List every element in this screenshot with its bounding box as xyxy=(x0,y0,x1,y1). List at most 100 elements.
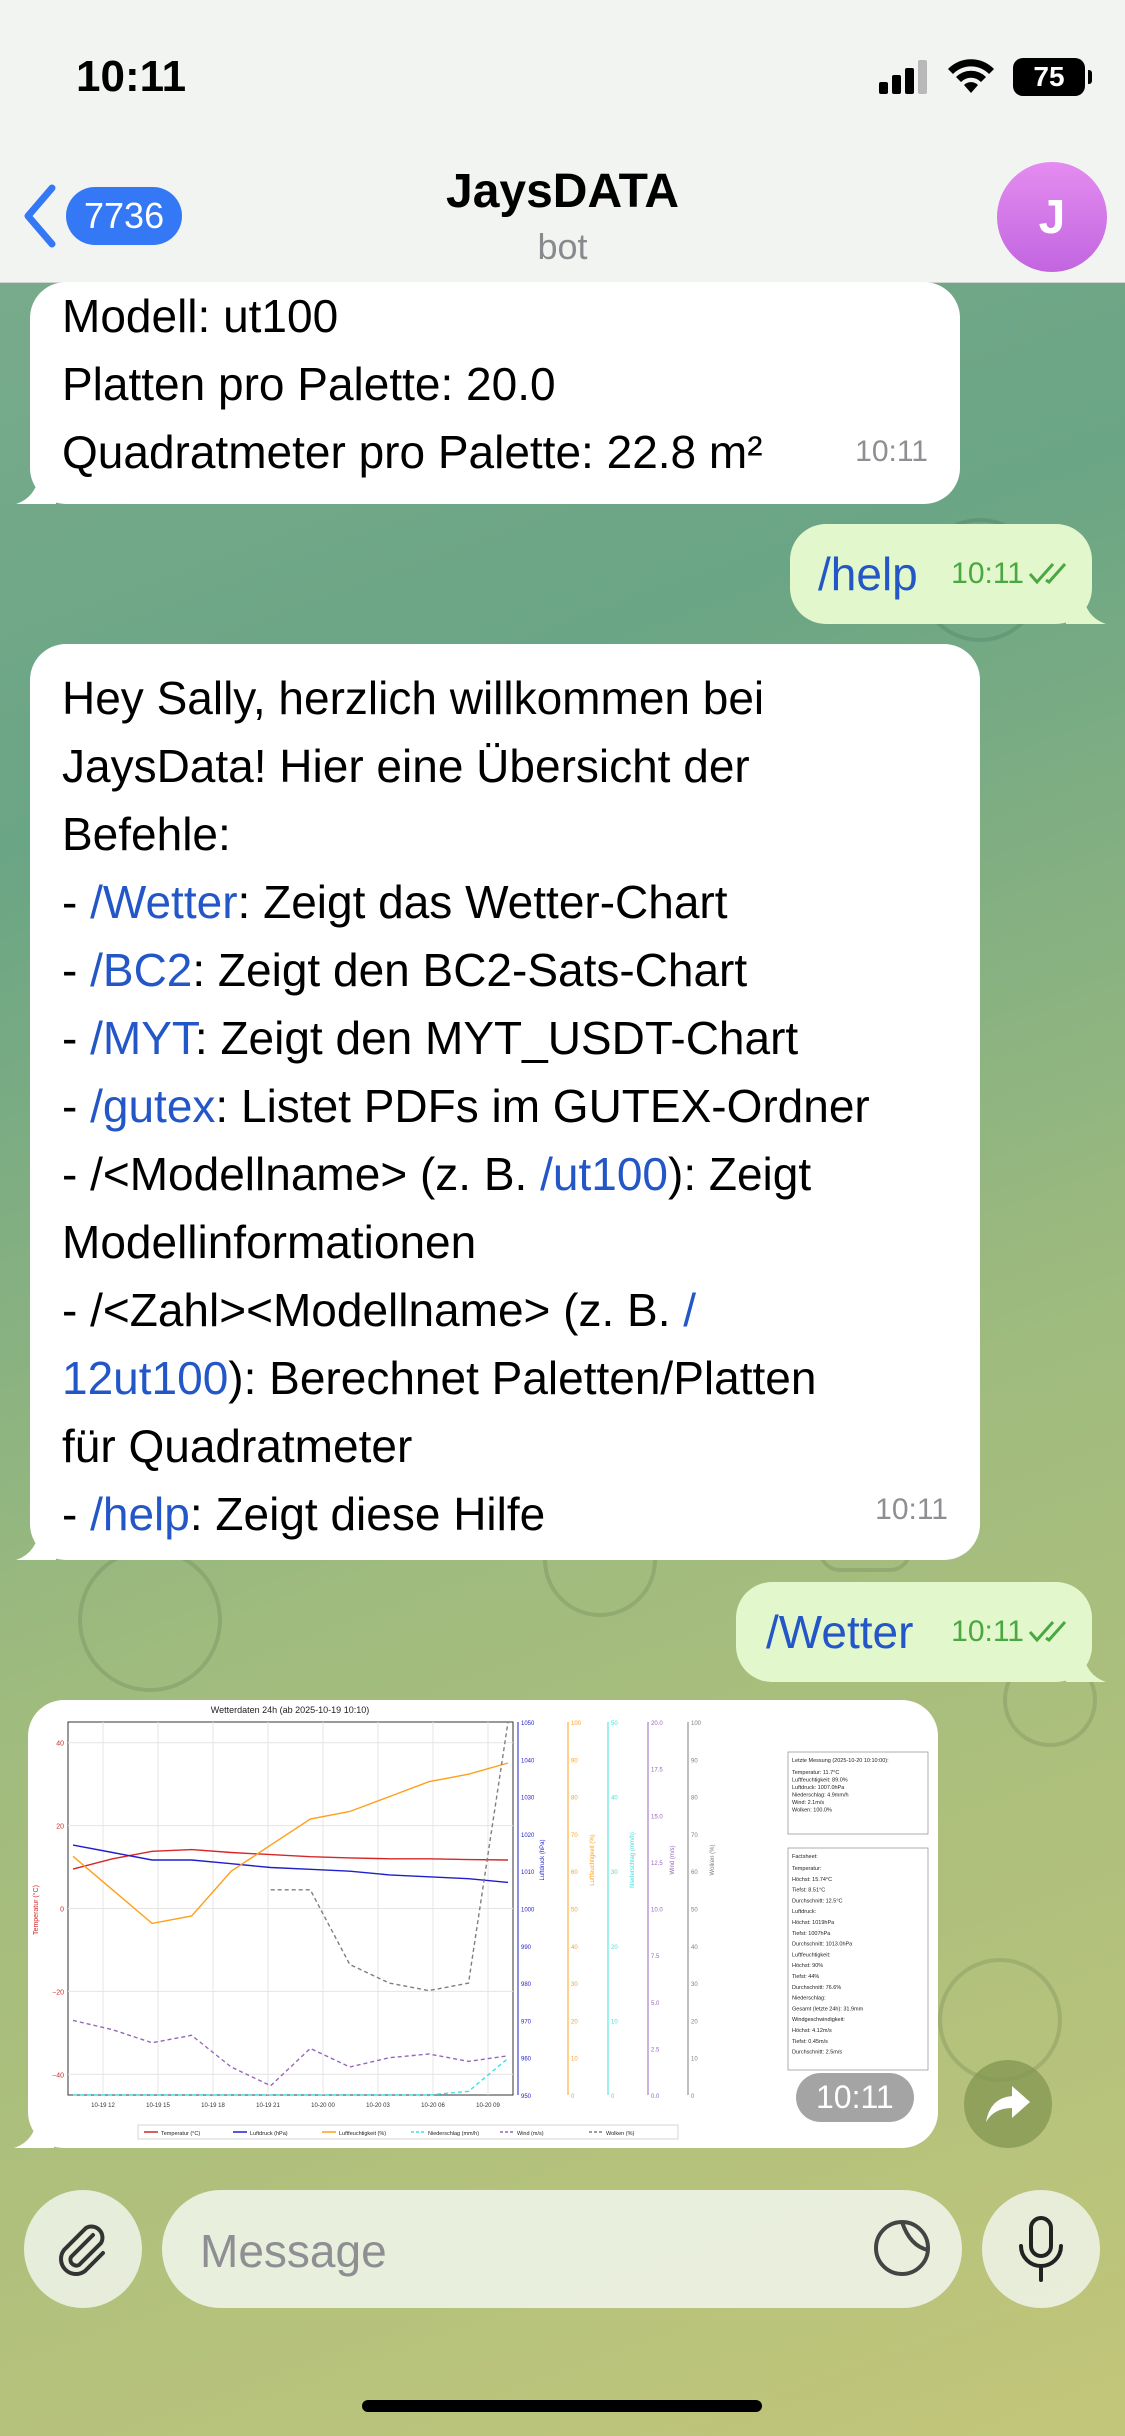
axis-label: Wolken (%) xyxy=(710,1845,716,1876)
home-indicator xyxy=(362,2400,762,2412)
x-tick-label: 10-19 18 xyxy=(201,2103,225,2109)
chat-title[interactable]: JaysDATA xyxy=(0,164,1125,219)
x-tick-label: 10-20 06 xyxy=(421,2103,445,2109)
series-line xyxy=(72,1762,509,1925)
outgoing-message[interactable]: /Wetter 10:11 xyxy=(736,1582,1092,1682)
axis-tick-label: 1050 xyxy=(521,1721,535,1727)
share-button[interactable] xyxy=(964,2060,1052,2148)
axis-label: Niederschlag (mm/h) xyxy=(630,1832,636,1888)
message-line: 12ut100): Berechnet Paletten/Platten xyxy=(62,1352,817,1404)
factsheet-line: Niederschlag: xyxy=(792,1996,826,2002)
message-line: - /<Zahl><Modellname> (z. B. / xyxy=(62,1284,697,1336)
command-link[interactable]: /BC2 xyxy=(90,944,192,996)
axis-tick-label: 30 xyxy=(611,1870,618,1876)
axis-tick-label: 10 xyxy=(691,2057,698,2063)
message-line: Platten pro Palette: 20.0 xyxy=(62,358,556,410)
bubble-tail xyxy=(1066,584,1106,624)
command-link[interactable]: / xyxy=(683,1284,696,1336)
paperclip-icon xyxy=(59,2224,105,2276)
command-link[interactable]: /gutex xyxy=(90,1080,215,1132)
axis-tick-label: 20 xyxy=(611,1945,618,1951)
axis-tick-label: 970 xyxy=(521,2019,532,2025)
axis-tick-label: 80 xyxy=(691,1796,698,1802)
legend-label: Wolken (%) xyxy=(606,2131,634,2137)
message-line: - /MYT: Zeigt den MYT_USDT-Chart xyxy=(62,1012,799,1064)
help-message[interactable]: Hey Sally, herzlich willkommen bei JaysD… xyxy=(30,644,980,1560)
x-tick-label: 10-19 21 xyxy=(256,2103,280,2109)
image-time: 10:11 xyxy=(796,2073,914,2122)
message-line: - /<Modellname> (z. B. /ut100): Zeigt xyxy=(62,1148,812,1200)
chat-subtitle: bot xyxy=(537,226,588,267)
message-time: 10:11 xyxy=(855,435,928,468)
factsheet-line: Höchst: 90% xyxy=(792,1963,823,1969)
microphone-button[interactable] xyxy=(982,2190,1100,2308)
axis-tick-label: 17.5 xyxy=(651,1768,663,1774)
composer: Message xyxy=(0,2160,1125,2436)
message-line: JaysData! Hier eine Übersicht der xyxy=(62,740,750,792)
axis-tick-label: 12.5 xyxy=(651,1861,663,1867)
wifi-icon xyxy=(948,59,994,93)
incoming-message[interactable]: Modell: ut100 Platten pro Palette: 20.0 … xyxy=(30,282,960,504)
double-check-icon xyxy=(1028,1621,1067,1643)
series-line xyxy=(73,2057,509,2096)
command-link[interactable]: /help xyxy=(818,540,918,608)
message-line: Hey Sally, herzlich willkommen bei xyxy=(62,672,765,724)
x-tick-label: 10-19 15 xyxy=(146,2103,170,2109)
command-link[interactable]: /MYT xyxy=(90,1012,195,1064)
series-line xyxy=(72,1844,509,1884)
axis-tick-label: 0 xyxy=(611,2094,615,2100)
factsheet-line: Tiefst: 44% xyxy=(792,1974,819,1980)
message-line: Modell: ut100 xyxy=(62,290,339,342)
command-link[interactable]: /ut100 xyxy=(540,1148,668,1200)
message-input[interactable]: Message xyxy=(162,2190,962,2308)
factsheet-line: Luftfeuchtigkeit: xyxy=(792,1952,831,1958)
outgoing-message[interactable]: /help 10:11 xyxy=(790,524,1092,624)
axis-tick-label: 1030 xyxy=(521,1796,535,1802)
factsheet-line: Höchst: 1019hPa xyxy=(792,1920,835,1926)
axis-tick-label: 0.0 xyxy=(651,2094,660,2100)
axis-tick-label: 70 xyxy=(691,1833,698,1839)
axis-tick-label: 70 xyxy=(571,1833,578,1839)
battery-icon: 75 xyxy=(1013,58,1092,96)
chat-header: 7736 JaysDATA bot J xyxy=(0,150,1125,283)
axis-tick-label: 960 xyxy=(521,2057,532,2063)
share-arrow-icon xyxy=(986,2086,1030,2122)
axis-tick-label: 50 xyxy=(611,1721,618,1727)
command-link[interactable]: /Wetter xyxy=(766,1598,913,1666)
chart-title: Wetterdaten 24h (ab 2025-10-19 10:10) xyxy=(211,1705,369,1715)
y-tick-label: 20 xyxy=(56,1824,64,1831)
axis-tick-label: 60 xyxy=(571,1870,578,1876)
command-link[interactable]: /Wetter xyxy=(90,876,237,928)
factsheet-line: Gesamt (letzte 24h): 31.9mm xyxy=(792,2006,864,2012)
message-time: 10:11 xyxy=(951,1615,1024,1648)
avatar[interactable]: J xyxy=(997,162,1107,272)
legend-label: Wind (m/s) xyxy=(517,2131,544,2137)
message-time: 10:11 xyxy=(951,557,1024,590)
axis-label: Wind (m/s) xyxy=(670,1846,676,1875)
axis-tick-label: 100 xyxy=(691,1721,702,1727)
info-box-line: Wolken: 100.0% xyxy=(792,1808,832,1814)
attach-button[interactable] xyxy=(24,2190,142,2308)
status-bar: 10:11 75 xyxy=(0,0,1125,150)
factsheet-title: Factsheet: xyxy=(792,1854,818,1860)
sticker-icon[interactable] xyxy=(870,2216,934,2280)
y-tick-label: −20 xyxy=(52,1989,64,1996)
message-line: - /help: Zeigt diese Hilfe xyxy=(62,1488,546,1540)
y-tick-label: 40 xyxy=(56,1741,64,1748)
message-status: 10:11 xyxy=(951,540,1072,608)
status-icons: 75 xyxy=(879,58,1092,96)
factsheet-line: Tiefst: 1007hPa xyxy=(792,1931,831,1937)
axis-tick-label: 5.0 xyxy=(651,2001,660,2007)
axis-tick-label: 100 xyxy=(571,1721,582,1727)
message-line: - /Wetter: Zeigt das Wetter-Chart xyxy=(62,876,728,928)
axis-tick-label: 10.0 xyxy=(651,1908,663,1914)
axis-tick-label: 20.0 xyxy=(651,1721,663,1727)
status-time: 10:11 xyxy=(76,52,187,101)
bubble-tail xyxy=(16,1520,56,1560)
command-link[interactable]: /help xyxy=(90,1488,190,1540)
command-link[interactable]: 12ut100 xyxy=(62,1352,228,1404)
factsheet-line: Windgeschwindigkeit: xyxy=(792,2017,845,2023)
info-box-line: Luftdruck: 1007.0hPa xyxy=(792,1785,845,1791)
axis-label: Luftdruck (hPa) xyxy=(540,1839,546,1880)
info-box-title: Letzte Messung (2025-10-20 10:10:00): xyxy=(792,1758,889,1764)
